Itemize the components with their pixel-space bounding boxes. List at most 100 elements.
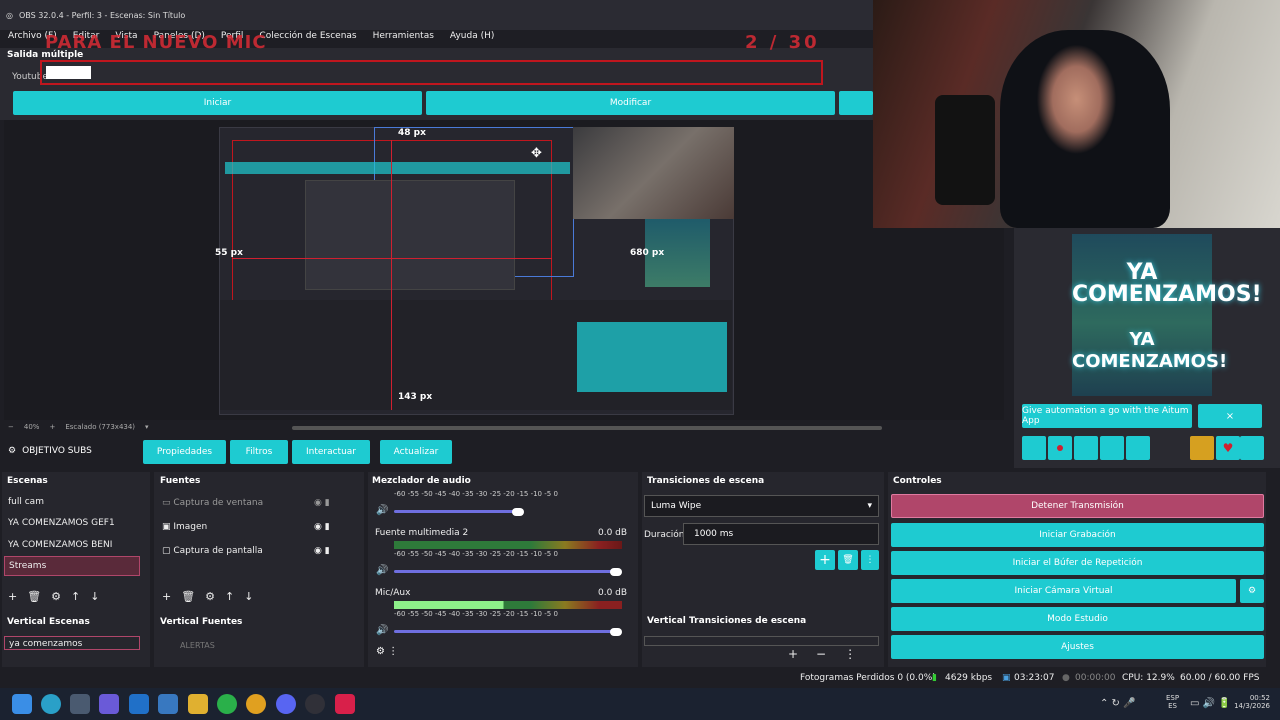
vertical-transition-select[interactable] bbox=[644, 636, 879, 646]
eye-icon[interactable]: ◉ ▮ bbox=[314, 522, 330, 532]
source-item[interactable]: ▢ Captura de pantalla bbox=[162, 546, 263, 556]
transition-select[interactable]: Luma Wipe ▾ bbox=[644, 495, 879, 517]
volume-knob[interactable] bbox=[512, 508, 524, 516]
whatsapp-icon[interactable] bbox=[217, 694, 237, 714]
cpu-usage: CPU: 12.9% bbox=[1122, 673, 1175, 683]
trash-icon[interactable]: 🗑 bbox=[838, 550, 858, 570]
zoom-out-icon[interactable]: − bbox=[8, 423, 14, 431]
virtual-camera-button[interactable]: Iniciar Cámara Virtual bbox=[891, 579, 1236, 603]
refresh-button[interactable]: Actualizar bbox=[380, 440, 452, 464]
overlay-progress-frame bbox=[40, 60, 823, 85]
folder-icon[interactable] bbox=[1126, 436, 1150, 460]
duration-input[interactable]: 1000 ms bbox=[683, 523, 879, 545]
volume-slider[interactable] bbox=[394, 570, 616, 573]
interact-button[interactable]: Interactuar bbox=[292, 440, 370, 464]
output-modify-button[interactable]: Modificar bbox=[426, 91, 835, 115]
sources-title: Fuentes bbox=[160, 476, 201, 486]
eye-icon[interactable]: ◉ ▮ bbox=[314, 546, 330, 556]
replay-buffer-button[interactable]: Iniciar el Búfer de Repetición bbox=[891, 551, 1264, 575]
mixer-title: Mezclador de audio bbox=[372, 476, 471, 486]
studio-mode-button[interactable]: Modo Estudio bbox=[891, 607, 1264, 631]
scene-item[interactable]: YA COMENZAMOS BENI bbox=[8, 540, 112, 550]
volume-knob[interactable] bbox=[610, 568, 622, 576]
chevron-down-icon: ▾ bbox=[867, 501, 872, 511]
zoom-scaled[interactable]: Escalado (773x434) bbox=[65, 423, 135, 431]
chrome-icon[interactable] bbox=[246, 694, 266, 714]
dock-button-1[interactable] bbox=[1022, 436, 1046, 460]
preview-scrollbar[interactable] bbox=[292, 426, 882, 430]
stop-streaming-button[interactable]: Detener Transmisión bbox=[891, 494, 1264, 518]
volume-slider[interactable] bbox=[394, 630, 616, 633]
language-indicator[interactable]: ESP ES bbox=[1166, 694, 1179, 710]
scene-item-selected[interactable]: Streams bbox=[4, 556, 140, 576]
source-item[interactable]: ▣ Imagen bbox=[162, 522, 207, 532]
gear-icon[interactable]: ⚙ bbox=[1240, 579, 1264, 603]
heart-icon[interactable]: ♥ bbox=[1216, 436, 1240, 460]
output-extra-button[interactable] bbox=[839, 91, 873, 115]
menu-herramientas[interactable]: Herramientas bbox=[373, 31, 434, 41]
start-recording-button[interactable]: Iniciar Grabación bbox=[891, 523, 1264, 547]
chevron-down-icon[interactable]: ▾ bbox=[145, 423, 149, 431]
share-icon[interactable] bbox=[1240, 436, 1264, 460]
record-dot-icon[interactable] bbox=[1048, 436, 1072, 460]
properties-button[interactable]: Propiedades bbox=[143, 440, 226, 464]
eye-icon[interactable]: ◉ ▮ bbox=[314, 498, 330, 508]
outlook-icon[interactable] bbox=[129, 694, 149, 714]
preview-camera-thumbnail bbox=[573, 127, 734, 219]
transitions-title: Transiciones de escena bbox=[647, 476, 765, 486]
volume-knob[interactable] bbox=[610, 628, 622, 636]
chrome-icon[interactable] bbox=[1100, 436, 1124, 460]
preview-nested-buttons bbox=[225, 162, 570, 174]
system-icons[interactable]: ▭ 🔊 🔋 bbox=[1190, 698, 1231, 709]
volume-icon[interactable]: 🔊 bbox=[376, 625, 388, 636]
scene-item[interactable]: YA COMENZAMOS GEF1 bbox=[8, 518, 115, 528]
filters-button[interactable]: Filtros bbox=[230, 440, 288, 464]
store-icon[interactable] bbox=[70, 694, 90, 714]
add-icon[interactable]: + bbox=[815, 550, 835, 570]
tray-icons[interactable]: ⌃ ↻ 🎤 bbox=[1100, 698, 1136, 709]
vertical-transition-controls[interactable]: +−⋮ bbox=[788, 647, 874, 661]
vertical-source-item[interactable]: ALERTAS bbox=[180, 641, 215, 650]
settings-button[interactable]: Ajustes bbox=[891, 635, 1264, 659]
mixer-settings-icon[interactable]: ⚙ ⋮ bbox=[376, 646, 398, 657]
record-time: 00:00:00 bbox=[1075, 673, 1116, 683]
mixer-scale: -60 -55 -50 -45 -40 -35 -30 -25 -20 -15 … bbox=[394, 490, 558, 498]
scene-controls[interactable]: +🗑⚙↑↓ bbox=[8, 590, 109, 603]
discord-icon[interactable] bbox=[276, 694, 296, 714]
controls-title: Controles bbox=[893, 476, 942, 486]
selected-source-name: OBJETIVO SUBS bbox=[22, 446, 92, 456]
gear-icon[interactable] bbox=[1190, 436, 1214, 460]
app-icon[interactable] bbox=[158, 694, 178, 714]
record-icon: ● bbox=[1062, 673, 1070, 683]
folder-icon[interactable] bbox=[188, 694, 208, 714]
tiktok-icon[interactable] bbox=[335, 694, 355, 714]
window-icon: ▭ bbox=[162, 498, 174, 508]
windows-start-icon[interactable] bbox=[12, 694, 32, 714]
menu-ayuda[interactable]: Ayuda (H) bbox=[450, 31, 494, 41]
source-controls[interactable]: +🗑⚙↑↓ bbox=[162, 590, 263, 603]
edge-icon[interactable] bbox=[41, 694, 61, 714]
close-icon[interactable]: × bbox=[1198, 404, 1262, 428]
volume-slider[interactable] bbox=[394, 510, 518, 513]
clock[interactable]: 00:52 14/3/2026 bbox=[1232, 694, 1270, 710]
yc-text-bottom: YA COMENZAMOS! bbox=[1072, 329, 1228, 372]
more-icon[interactable]: ⋮ bbox=[861, 550, 879, 570]
source-item[interactable]: ▭ Captura de ventana bbox=[162, 498, 263, 508]
dock-button-3[interactable] bbox=[1074, 436, 1098, 460]
menu-coleccion[interactable]: Colección de Escenas bbox=[259, 31, 356, 41]
scene-item[interactable]: full cam bbox=[8, 497, 44, 507]
vertical-transitions-title: Vertical Transiciones de escena bbox=[647, 616, 807, 626]
aitum-banner[interactable]: Give automation a go with the Aitum App bbox=[1022, 404, 1192, 428]
stream-time: 03:23:07 bbox=[1014, 673, 1055, 683]
gear-icon: ⚙ bbox=[8, 446, 17, 456]
output-start-button[interactable]: Iniciar bbox=[13, 91, 422, 115]
teams-icon[interactable] bbox=[99, 694, 119, 714]
channel-name: Mic/Aux bbox=[375, 588, 411, 598]
volume-icon[interactable]: 🔊 bbox=[376, 505, 388, 516]
volume-icon[interactable]: 🔊 bbox=[376, 565, 388, 576]
vertical-scene-item[interactable]: ya comenzamos bbox=[4, 636, 140, 650]
zoom-in-icon[interactable]: + bbox=[49, 423, 55, 431]
obs-icon[interactable] bbox=[305, 694, 325, 714]
scenes-title: Escenas bbox=[7, 476, 48, 486]
dropped-frames: Fotogramas Perdidos 0 (0.0%) bbox=[800, 673, 936, 683]
